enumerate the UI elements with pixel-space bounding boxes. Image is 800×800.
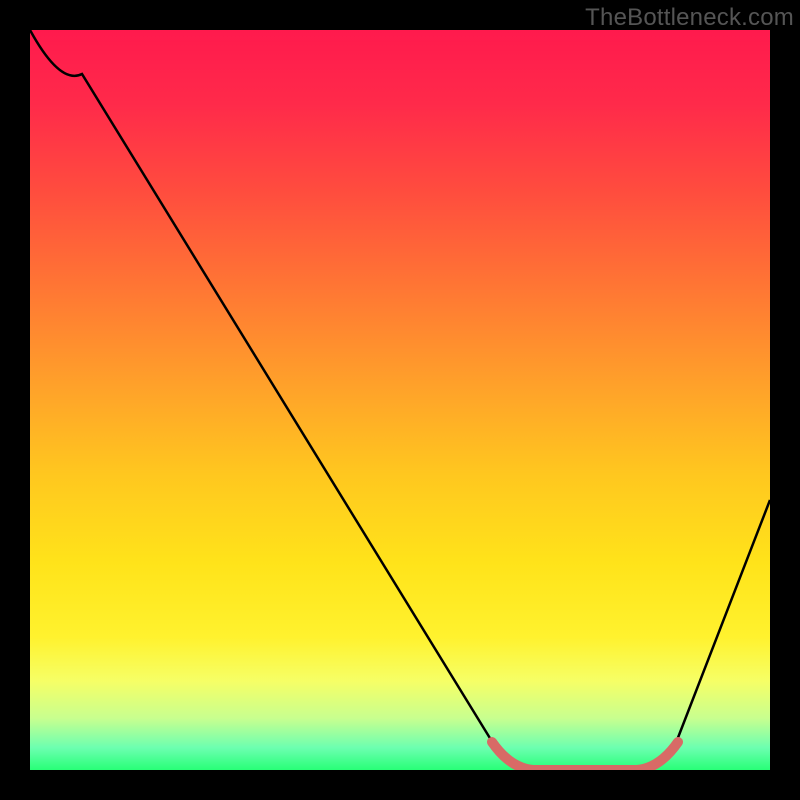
chart-frame: TheBottleneck.com: [0, 0, 800, 800]
highlight-segment: [492, 742, 678, 770]
main-curve: [30, 30, 770, 770]
curve-svg: [30, 30, 770, 770]
watermark-text: TheBottleneck.com: [585, 4, 794, 32]
plot-area: [30, 30, 770, 770]
